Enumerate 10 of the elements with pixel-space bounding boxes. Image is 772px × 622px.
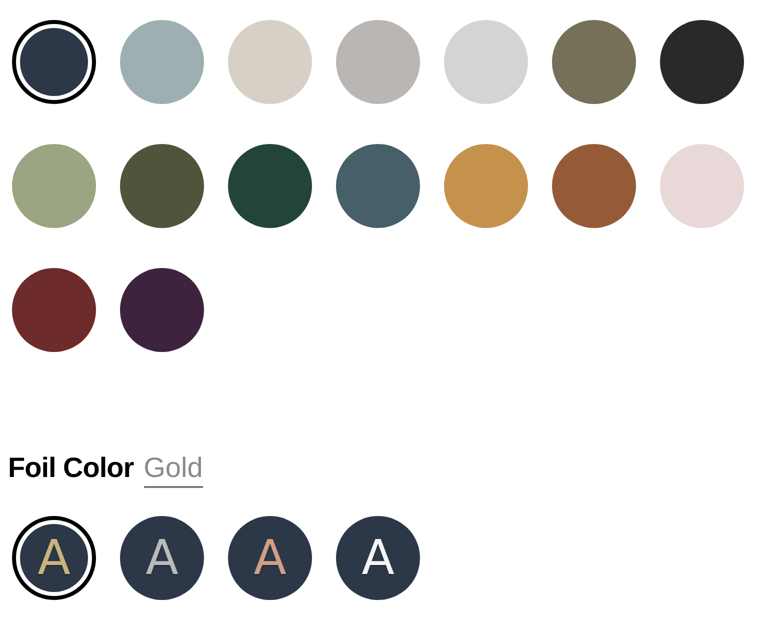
foil-color-value: Gold <box>144 452 203 488</box>
foil-swatch[interactable]: A <box>120 516 204 600</box>
foil-letter: A <box>38 534 70 582</box>
foil-swatch[interactable]: A <box>336 516 420 600</box>
foil-swatch[interactable]: A <box>228 516 312 600</box>
foil-letter: A <box>146 534 178 582</box>
foil-letter: A <box>362 534 394 582</box>
foil-color-label: Foil Color <box>8 452 134 484</box>
foil-letter: A <box>254 534 286 582</box>
foil-swatch[interactable]: A <box>12 516 96 600</box>
